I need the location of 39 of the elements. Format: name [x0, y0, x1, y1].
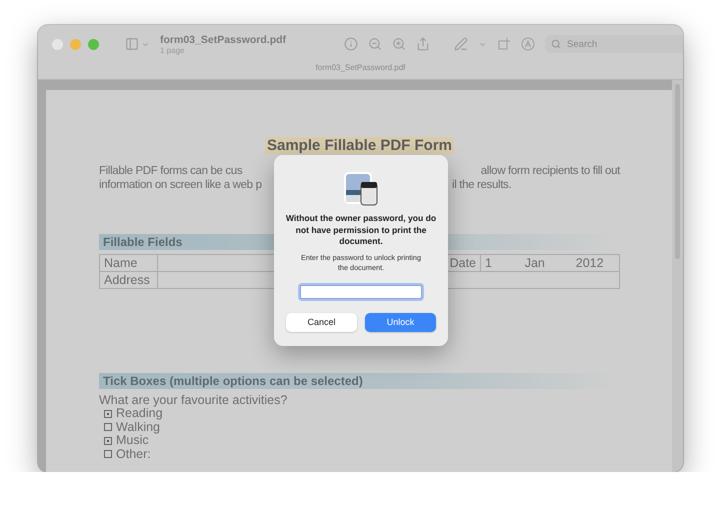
zoom-out-icon[interactable]: [368, 37, 382, 51]
info-icon[interactable]: [344, 37, 358, 51]
checkbox[interactable]: [104, 450, 112, 458]
zoom-in-icon[interactable]: [392, 37, 406, 51]
checkbox[interactable]: [104, 410, 112, 418]
checkbox[interactable]: [104, 436, 112, 445]
zoom-button[interactable]: [88, 38, 99, 50]
checkbox-label: Other:: [116, 448, 151, 461]
paragraph-text: il the results.: [452, 179, 512, 191]
scroll-bar[interactable]: [672, 80, 683, 472]
sidebar-icon[interactable]: [125, 37, 139, 51]
search-field[interactable]: Search: [545, 35, 683, 53]
field-label: Name: [100, 255, 158, 271]
pen-icon[interactable]: [454, 37, 468, 51]
close-button[interactable]: [52, 38, 63, 50]
date-value: 2012: [574, 255, 605, 271]
markup-icon[interactable]: [521, 37, 536, 51]
paragraph-text: allow form recipients to fill out: [480, 165, 620, 177]
window-title: form03_SetPassword.pdf: [160, 34, 286, 46]
field-label: Address: [100, 272, 158, 288]
square-icon[interactable]: [497, 37, 512, 51]
paragraph-text: Fillable PDF forms can be cus: [99, 165, 242, 177]
password-field[interactable]: [300, 284, 422, 298]
search-icon: [551, 39, 562, 49]
checkbox-label: Reading: [116, 407, 163, 420]
checkbox-label: Walking: [116, 420, 160, 434]
unlock-button[interactable]: Unlock: [365, 312, 436, 332]
checkbox-label: Music: [116, 434, 149, 448]
date-value: Jan: [524, 255, 546, 271]
document-tab-title: form03_SetPassword.pdf: [316, 63, 406, 72]
cancel-button[interactable]: Cancel: [286, 312, 357, 332]
minimize-button[interactable]: [70, 38, 81, 50]
photo-loupe-icon: [343, 171, 379, 207]
share-icon[interactable]: [416, 37, 430, 51]
checkbox[interactable]: [104, 423, 112, 432]
paragraph-text: information on screen like a web p: [99, 179, 262, 191]
question-text: What are your favourite activities?: [99, 393, 288, 407]
document-title: Sample Fillable PDF Form: [264, 137, 454, 154]
date-value: 1: [484, 255, 493, 271]
